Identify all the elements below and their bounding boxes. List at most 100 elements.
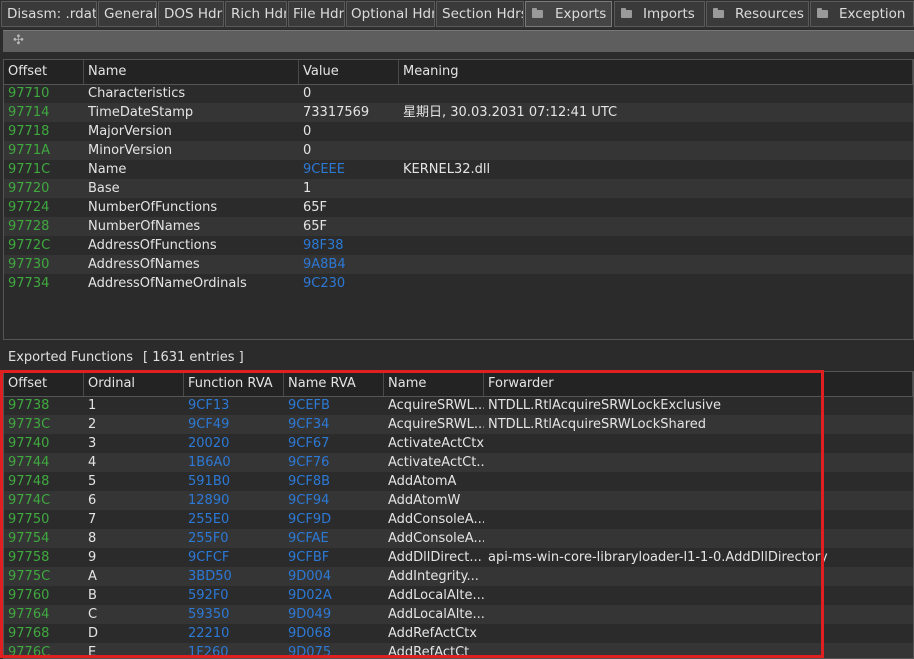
table-row[interactable]: 97758 9 9CFCF 9CFBF AddDllDirect... api-ms-wi…: [4, 548, 913, 567]
column-header-function-rva[interactable]: Function RVA: [184, 372, 284, 396]
column-header-ordinal[interactable]: Ordinal: [84, 372, 184, 396]
tab-label: Resources: [735, 6, 804, 22]
table-row[interactable]: 97740 3 20020 9CF67 ActivateActCtx: [4, 434, 913, 453]
value-cell[interactable]: 0: [299, 84, 399, 103]
table-row[interactable]: 97720 Base 1: [4, 179, 913, 198]
function-rva-cell[interactable]: 255F0: [184, 529, 284, 548]
column-header-value[interactable]: Value: [299, 60, 399, 84]
value-cell[interactable]: 0: [299, 122, 399, 141]
table-row[interactable]: 97768 D 22210 9D068 AddRefActCtx: [4, 624, 913, 643]
column-header-meaning[interactable]: Meaning: [399, 60, 913, 84]
value-cell[interactable]: 1: [299, 179, 399, 198]
name-rva-cell[interactable]: 9CF9D: [284, 510, 384, 529]
value-cell[interactable]: 9A8B4: [299, 255, 399, 274]
name-rva-cell[interactable]: 9CF34: [284, 415, 384, 434]
value-cell[interactable]: 9CEEE: [299, 160, 399, 179]
table-row[interactable]: 9776C E 1F260 9D075 AddRefActCt: [4, 643, 913, 658]
value-cell[interactable]: 0: [299, 141, 399, 160]
table-row[interactable]: 9771A MinorVersion 0: [4, 141, 913, 160]
table-row[interactable]: 97730 AddressOfNames 9A8B4: [4, 255, 913, 274]
tab-exports[interactable]: Exports: [525, 1, 612, 27]
function-name-cell: AddConsoleA...: [388, 531, 484, 546]
name-rva-cell[interactable]: 9CF8B: [284, 472, 384, 491]
tab-exception[interactable]: Exception: [810, 1, 914, 27]
table-row[interactable]: 9771C Name 9CEEE KERNEL32.dll: [4, 160, 913, 179]
function-rva-cell[interactable]: 591B0: [184, 472, 284, 491]
value-cell[interactable]: 98F38: [299, 236, 399, 255]
function-rva-cell[interactable]: 59350: [184, 605, 284, 624]
table-row[interactable]: 97764 C 59350 9D049 AddLocalAlte...: [4, 605, 913, 624]
export-directory-table: Offset Name Value Meaning 97710 Characterist…: [3, 59, 914, 340]
table-row[interactable]: 97718 MajorVersion 0: [4, 122, 913, 141]
table-row[interactable]: 97760 B 592F0 9D02A AddLocalAlte...: [4, 586, 913, 605]
meaning-cell: [399, 122, 913, 141]
table-row[interactable]: 97734 AddressOfNameOrdinals 9C230: [4, 274, 913, 293]
value-cell[interactable]: 65F: [299, 198, 399, 217]
tab-disasm-rdata[interactable]: Disasm: .rdata: [1, 1, 97, 27]
value-cell[interactable]: 65F: [299, 217, 399, 236]
tab-section-hdrs[interactable]: Section Hdrs: [436, 1, 524, 27]
column-header-forwarder[interactable]: Forwarder: [484, 372, 913, 396]
forwarder-cell: [484, 586, 913, 605]
folder-icon: [713, 8, 724, 18]
function-rva-cell[interactable]: 9CF49: [184, 415, 284, 434]
tab-rich-hdr[interactable]: Rich Hdr: [225, 1, 287, 27]
table-row[interactable]: 97754 8 255F0 9CFAE AddConsoleA...: [4, 529, 913, 548]
column-header-name[interactable]: Name: [384, 372, 484, 396]
column-header-name[interactable]: Name: [84, 60, 299, 84]
column-header-offset[interactable]: Offset: [4, 60, 84, 84]
table-row[interactable]: 97728 NumberOfNames 65F: [4, 217, 913, 236]
function-rva-cell[interactable]: 9CF13: [184, 396, 284, 415]
name-rva-cell[interactable]: 9CF67: [284, 434, 384, 453]
field-name-cell: NumberOfFunctions: [88, 200, 218, 215]
tab-imports[interactable]: Imports: [614, 1, 705, 27]
function-rva-cell[interactable]: 255E0: [184, 510, 284, 529]
tab-file-hdr[interactable]: File Hdr: [288, 1, 345, 27]
table-row[interactable]: 9775C A 3BD50 9D004 AddIntegrity...: [4, 567, 913, 586]
ordinal-cell: 6: [88, 493, 97, 508]
column-header-offset[interactable]: Offset: [4, 372, 84, 396]
table-row[interactable]: 97738 1 9CF13 9CEFB AcquireSRWL... NTDLL.RtlA…: [4, 396, 913, 415]
function-rva-cell[interactable]: 20020: [184, 434, 284, 453]
name-rva-cell[interactable]: 9CF94: [284, 491, 384, 510]
ordinal-cell: 5: [88, 474, 97, 489]
name-rva-cell[interactable]: 9CFAE: [284, 529, 384, 548]
name-rva-cell[interactable]: 9CFBF: [284, 548, 384, 567]
name-rva-cell[interactable]: 9CF76: [284, 453, 384, 472]
function-rva-cell[interactable]: 12890: [184, 491, 284, 510]
value-cell[interactable]: 73317569: [299, 103, 399, 122]
table-row[interactable]: 97714 TimeDateStamp 73317569 星期日, 30.03.203…: [4, 103, 913, 122]
function-rva-cell[interactable]: 3BD50: [184, 567, 284, 586]
name-rva-cell[interactable]: 9D02A: [284, 586, 384, 605]
tab-resources[interactable]: Resources: [706, 1, 809, 27]
tab-label: Exports: [555, 6, 607, 22]
name-rva-cell[interactable]: 9D075: [284, 643, 384, 658]
move-grip-icon[interactable]: ✣: [13, 33, 24, 48]
function-rva-cell[interactable]: 1F260: [184, 643, 284, 658]
table-row[interactable]: 97724 NumberOfFunctions 65F: [4, 198, 913, 217]
function-rva-cell[interactable]: 592F0: [184, 586, 284, 605]
value-cell[interactable]: 9C230: [299, 274, 399, 293]
name-rva-cell[interactable]: 9D049: [284, 605, 384, 624]
table-row[interactable]: 9773C 2 9CF49 9CF34 AcquireSRWL... NTDLL.RtlA…: [4, 415, 913, 434]
function-rva-cell[interactable]: 9CFCF: [184, 548, 284, 567]
name-rva-cell[interactable]: 9D004: [284, 567, 384, 586]
name-rva-cell[interactable]: 9D068: [284, 624, 384, 643]
table-header: Offset Name Value Meaning: [4, 60, 913, 85]
tab-optional-hdr[interactable]: Optional Hdr: [346, 1, 435, 27]
tab-label: File Hdr: [293, 6, 345, 22]
function-rva-cell[interactable]: 22210: [184, 624, 284, 643]
function-rva-cell[interactable]: 1B6A0: [184, 453, 284, 472]
table-row[interactable]: 97750 7 255E0 9CF9D AddConsoleA...: [4, 510, 913, 529]
table-row[interactable]: 97744 4 1B6A0 9CF76 ActivateActCt...: [4, 453, 913, 472]
offset-cell: 97740: [8, 436, 50, 451]
name-rva-cell[interactable]: 9CEFB: [284, 396, 384, 415]
ordinal-cell: 4: [88, 455, 97, 470]
table-row[interactable]: 97748 5 591B0 9CF8B AddAtomA: [4, 472, 913, 491]
tab-general[interactable]: General: [98, 1, 157, 27]
column-header-name-rva[interactable]: Name RVA: [284, 372, 384, 396]
table-row[interactable]: 9772C AddressOfFunctions 98F38: [4, 236, 913, 255]
tab-dos-hdr[interactable]: DOS Hdr: [158, 1, 224, 27]
table-row[interactable]: 97710 Characteristics 0: [4, 84, 913, 103]
table-row[interactable]: 9774C 6 12890 9CF94 AddAtomW: [4, 491, 913, 510]
